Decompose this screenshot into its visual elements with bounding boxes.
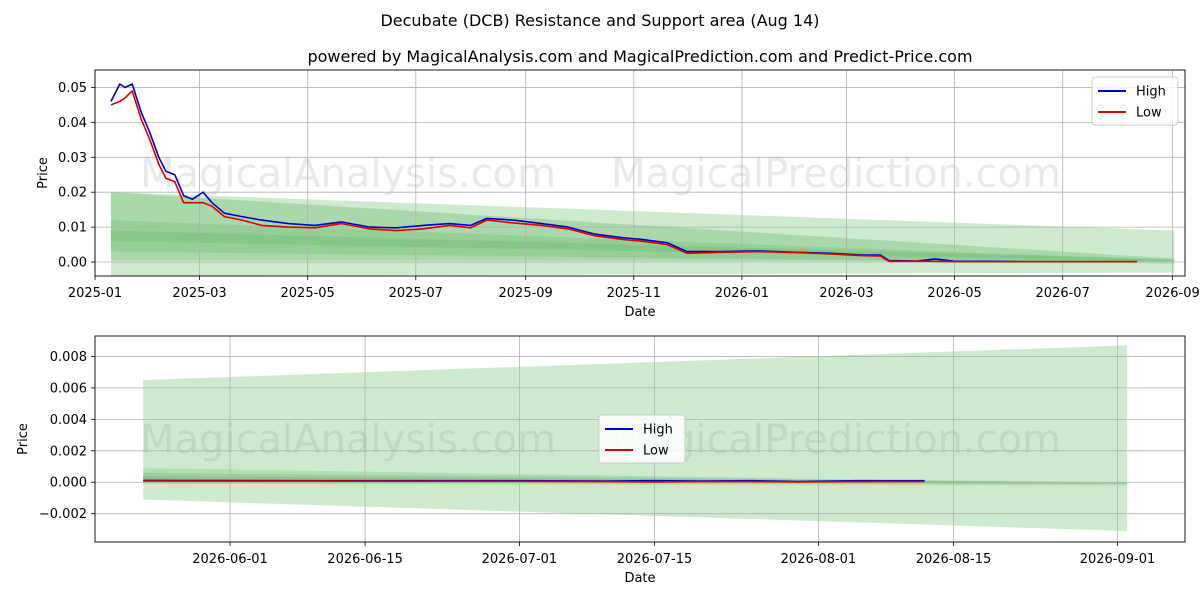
watermark-text: MagicalPrediction.com — [611, 151, 1061, 197]
x-tick-label: 2026-07 — [1036, 286, 1090, 301]
x-tick-label: 2026-08-01 — [781, 552, 857, 567]
x-tick-label: 2026-01 — [715, 286, 769, 301]
y-axis-label: Price — [36, 157, 51, 189]
x-tick-label: 2026-07-15 — [617, 552, 693, 567]
y-tick-label: 0.006 — [50, 381, 87, 396]
x-tick-label: 2026-05 — [927, 286, 981, 301]
x-axis-label: Date — [624, 571, 655, 586]
y-tick-label: 0.00 — [58, 256, 87, 271]
x-axis-label: Date — [624, 305, 655, 320]
chart-panel-1: MagicalAnalysis.com MagicalPrediction.com… — [36, 69, 1200, 320]
x-tick-label: 2026-06-01 — [192, 552, 268, 567]
x-tick-label: 2026-09-01 — [1080, 552, 1156, 567]
legend-label-low: Low — [643, 444, 669, 459]
y-tick-label: 0.008 — [50, 350, 87, 365]
x-tick-label: 2025-03 — [172, 286, 226, 301]
legend-label-low: Low — [1136, 106, 1162, 121]
legend-label-high: High — [643, 423, 673, 438]
y-tick-label: 0.02 — [58, 186, 87, 201]
chart-panel-2: MagicalAnalysis.com MagicalPrediction.com… — [16, 335, 1186, 586]
chart-title: Decubate (DCB) Resistance and Support ar… — [380, 11, 819, 30]
x-tick-label: 2026-07-01 — [482, 552, 558, 567]
y-axis-label: Price — [16, 423, 31, 455]
watermark-text: MagicalAnalysis.com — [140, 151, 556, 197]
chart-canvas: Decubate (DCB) Resistance and Support ar… — [16, 11, 1200, 586]
y-tick-label: 0.002 — [50, 444, 87, 459]
y-tick-label: 0.05 — [58, 81, 87, 96]
y-tick-label: 0.000 — [50, 476, 87, 491]
y-tick-label: −0.002 — [39, 507, 87, 522]
x-tick-label: 2026-09 — [1145, 286, 1199, 301]
chart-subtitle: powered by MagicalAnalysis.com and Magic… — [307, 47, 972, 66]
x-tick-label: 2025-01 — [68, 286, 122, 301]
y-tick-label: 0.03 — [58, 151, 87, 166]
x-tick-label: 2026-06-15 — [327, 552, 403, 567]
series-line-low — [143, 480, 925, 483]
x-tick-label: 2025-05 — [281, 286, 335, 301]
y-tick-label: 0.04 — [58, 116, 87, 131]
x-tick-label: 2026-08-15 — [916, 552, 992, 567]
x-tick-label: 2025-07 — [389, 286, 443, 301]
x-tick-label: 2025-11 — [607, 286, 661, 301]
y-tick-label: 0.004 — [50, 413, 87, 428]
legend-label-high: High — [1136, 85, 1166, 100]
x-tick-label: 2026-03 — [819, 286, 873, 301]
y-tick-label: 0.01 — [58, 221, 87, 236]
x-tick-label: 2025-09 — [499, 286, 553, 301]
